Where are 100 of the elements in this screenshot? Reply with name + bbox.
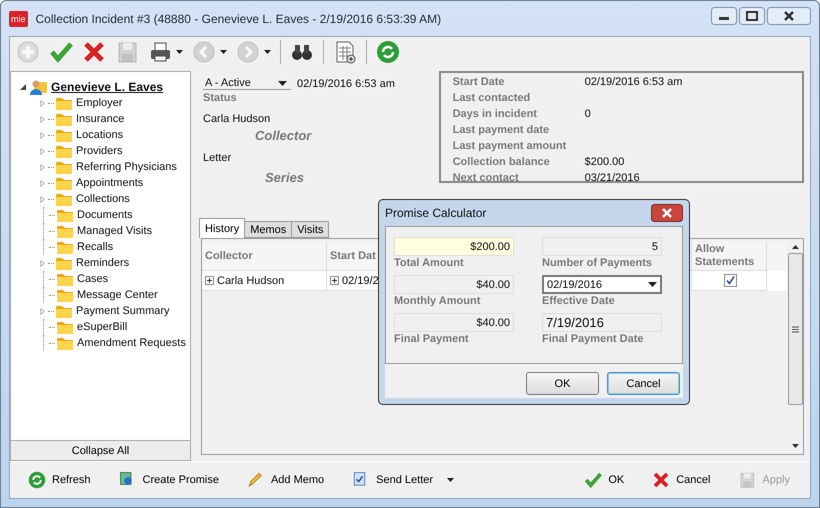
folder-icon xyxy=(57,272,73,286)
field-label: Final Payment xyxy=(394,333,470,345)
dialog-button[interactable]: Cancel xyxy=(607,372,680,395)
field-label: Series xyxy=(265,170,306,185)
folder-icon xyxy=(57,288,73,302)
tree-item[interactable]: Locations xyxy=(76,129,124,141)
tree-item[interactable]: Payment Summary xyxy=(76,305,170,317)
scroll-up-icon[interactable] xyxy=(792,245,798,249)
summary-label: Last payment amount xyxy=(452,139,568,154)
plus-icon xyxy=(16,40,40,64)
input-field[interactable]: $40.00 xyxy=(394,275,514,294)
input-field[interactable]: 5 xyxy=(542,237,662,256)
app-logo: mie xyxy=(9,10,28,26)
summary-value: 03/21/2016 xyxy=(584,172,640,184)
summary-label: Last payment date xyxy=(452,123,550,138)
action-button[interactable]: OK xyxy=(584,471,624,489)
collector-value: Carla Hudson xyxy=(203,113,272,125)
expand-icon[interactable] xyxy=(205,276,214,285)
field-label: Monthly Amount xyxy=(394,295,482,307)
tree-item[interactable]: Referring Physicians xyxy=(76,161,177,173)
tree-item[interactable]: Appointments xyxy=(76,177,144,189)
tree-item[interactable]: Recalls xyxy=(77,241,114,253)
summary-label: Start Date xyxy=(452,75,506,90)
check-icon xyxy=(49,40,73,64)
table-cell: 02/19/2 xyxy=(342,274,379,286)
summary-label: Next contact xyxy=(452,171,520,186)
field-label: Total Amount xyxy=(394,257,465,269)
input-field[interactable]: $40.00 xyxy=(394,313,514,332)
close-icon xyxy=(82,40,106,64)
tree-item[interactable]: Cases xyxy=(77,273,108,285)
caret-icon xyxy=(220,50,227,54)
window-title: Collection Incident #3 (48880 - Genevieve L. Eaves - 2/19/2016 6:53:39 AM) xyxy=(36,12,442,26)
summary-label: Collection balance xyxy=(452,155,551,170)
tree-item[interactable]: Message Center xyxy=(77,289,158,301)
folder-icon xyxy=(56,176,72,190)
status-dropdown[interactable]: A - Active xyxy=(203,77,291,90)
person-folder-icon xyxy=(29,79,47,95)
maximize-button[interactable] xyxy=(739,6,765,24)
dialog-button[interactable]: OK xyxy=(526,372,599,395)
folder-icon xyxy=(56,160,72,174)
collapse-all-button[interactable]: Collapse All xyxy=(11,440,190,460)
folder-icon xyxy=(57,208,73,222)
minimize-button[interactable] xyxy=(711,6,737,24)
dialog-title: Promise Calculator xyxy=(385,206,486,220)
expand-icon[interactable] xyxy=(330,276,339,285)
folder-icon xyxy=(56,128,72,142)
folder-icon xyxy=(56,256,72,270)
tab[interactable]: History xyxy=(199,218,246,238)
refresh-icon xyxy=(28,471,46,489)
folder-icon xyxy=(57,336,73,350)
tree-item[interactable]: Genevieve L. Eaves xyxy=(51,80,164,94)
folder-icon xyxy=(56,144,72,158)
check-icon xyxy=(584,471,602,489)
field-label: Collector xyxy=(255,128,313,143)
action-button[interactable]: Refresh xyxy=(28,471,91,489)
tree-item[interactable]: Employer xyxy=(76,97,122,109)
refresh-icon xyxy=(376,40,400,64)
tree-item[interactable]: Collections xyxy=(76,193,130,205)
action-button[interactable]: Add Memo xyxy=(246,471,324,489)
tab[interactable]: Memos xyxy=(244,221,292,238)
expand-icon[interactable] xyxy=(20,84,27,90)
input-field[interactable]: $200.00 xyxy=(394,237,514,256)
grip-icon xyxy=(792,326,798,332)
action-button[interactable]: Cancel xyxy=(652,471,710,489)
scroll-down-icon[interactable] xyxy=(792,444,798,448)
tab[interactable]: Visits xyxy=(291,221,330,238)
summary-label: Last contacted xyxy=(452,91,532,106)
toolbar-button[interactable] xyxy=(148,40,183,64)
checkbox[interactable] xyxy=(724,274,737,287)
summary-value: $200.00 xyxy=(584,156,624,168)
folder-icon xyxy=(56,112,72,126)
tree-item[interactable]: Managed Visits xyxy=(77,225,152,237)
dropdown-arrow-icon[interactable] xyxy=(648,282,657,287)
tree-item[interactable]: eSuperBill xyxy=(77,321,128,333)
folder-icon xyxy=(56,96,72,110)
field-label: Final Payment Date xyxy=(542,333,644,345)
tree-item[interactable]: Providers xyxy=(76,145,122,157)
field-label: Status xyxy=(203,92,238,104)
date-picker[interactable]: 02/19/2016 xyxy=(542,275,662,294)
tree-item[interactable]: Documents xyxy=(77,209,133,221)
table-cell: Carla Hudson xyxy=(217,274,284,286)
field-label: Number of Payments xyxy=(542,257,654,269)
folder-icon xyxy=(56,304,72,318)
action-button[interactable]: Create Promise xyxy=(118,471,219,489)
action-button[interactable]: Send Letter xyxy=(352,471,454,489)
folder-icon xyxy=(57,240,73,254)
folder-icon xyxy=(57,320,73,334)
summary-value: 0 xyxy=(584,108,591,120)
folder-icon xyxy=(56,192,72,206)
close-button[interactable] xyxy=(651,204,683,222)
close-button[interactable] xyxy=(767,6,811,24)
tree-item[interactable]: Reminders xyxy=(76,257,130,269)
tree-item[interactable]: Amendment Requests xyxy=(77,337,186,349)
caret-icon xyxy=(447,478,454,482)
input-field[interactable]: 7/19/2016 xyxy=(542,313,662,332)
field-label: Effective Date xyxy=(542,295,616,307)
tree-item[interactable]: Insurance xyxy=(76,113,124,125)
dropdown-arrow-icon[interactable] xyxy=(278,80,287,86)
printer-icon xyxy=(148,40,172,64)
close-icon xyxy=(652,471,670,489)
